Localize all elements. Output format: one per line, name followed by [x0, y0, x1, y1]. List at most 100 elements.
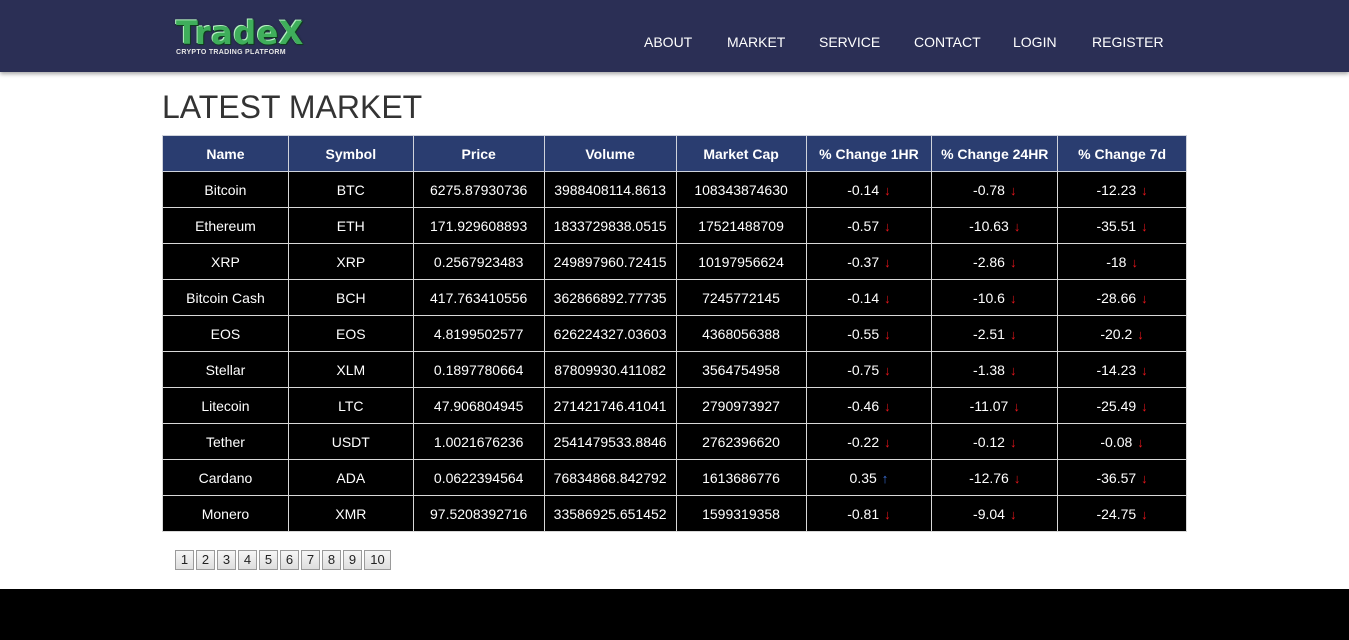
change-7d-cell: -12.23 ↓ — [1057, 171, 1187, 208]
page-button-5[interactable]: 5 — [259, 550, 278, 570]
change-7d-value: -12.23 — [1096, 181, 1137, 198]
coin-price-cell: 1.0021676236 — [412, 423, 545, 460]
coin-name-cell: Stellar — [162, 351, 289, 388]
coin-name-cell: Bitcoin — [162, 171, 289, 208]
down-arrow-icon: ↓ — [1141, 506, 1148, 522]
down-arrow-icon: ↓ — [1141, 398, 1148, 414]
coin-name-cell: Monero — [162, 495, 289, 532]
nav-link-contact[interactable]: CONTACT — [914, 33, 981, 51]
coin-price-cell: 0.1897780664 — [412, 351, 545, 388]
page-button-4[interactable]: 4 — [238, 550, 257, 570]
change-1hr-value: -0.14 — [847, 289, 880, 306]
down-arrow-icon: ↓ — [1141, 290, 1148, 306]
nav-link-login[interactable]: LOGIN — [1013, 33, 1057, 51]
change-1hr-value: -0.46 — [847, 397, 880, 414]
coin-name-cell: Cardano — [162, 459, 289, 496]
coin-price-cell: 0.0622394564 — [412, 459, 545, 496]
change-24hr-value: -2.86 — [973, 253, 1005, 270]
change-24hr-cell: -2.51 ↓ — [931, 315, 1059, 352]
coin-volume-cell: 1833729838.0515 — [543, 207, 677, 244]
page-button-1[interactable]: 1 — [175, 550, 194, 570]
coin-volume-cell: 3988408114.8613 — [543, 171, 677, 208]
change-24hr-cell: -2.86 ↓ — [931, 243, 1059, 280]
coin-symbol-cell: XMR — [287, 495, 414, 532]
down-arrow-icon: ↓ — [1009, 254, 1017, 270]
down-arrow-icon: ↓ — [884, 362, 891, 378]
down-arrow-icon: ↓ — [884, 398, 891, 414]
coin-market-cap-cell: 108343874630 — [675, 171, 807, 208]
coin-price-cell: 417.763410556 — [412, 279, 545, 316]
down-arrow-icon: ↓ — [1141, 218, 1148, 234]
site-footer — [0, 589, 1349, 640]
column-header-market-cap: Market Cap — [675, 135, 807, 172]
nav-link-market[interactable]: MARKET — [727, 33, 785, 51]
change-1hr-cell: -0.75 ↓ — [805, 351, 933, 388]
table-row: EOS EOS 4.8199502577 626224327.03603 4368056… — [162, 315, 1187, 352]
table-row: Monero XMR 97.5208392716 33586925.651452 159… — [162, 495, 1187, 532]
change-24hr-value: -10.63 — [969, 217, 1009, 234]
change-7d-value: -35.51 — [1096, 217, 1137, 234]
coin-symbol-cell: BTC — [287, 171, 414, 208]
change-1hr-cell: -0.14 ↓ — [805, 171, 933, 208]
page-button-8[interactable]: 8 — [322, 550, 341, 570]
column-header-volume: Volume — [543, 135, 677, 172]
column-header-name: Name — [162, 135, 289, 172]
page-button-2[interactable]: 2 — [196, 550, 215, 570]
table-row: Tether USDT 1.0021676236 2541479533.8846 276… — [162, 423, 1187, 460]
down-arrow-icon: ↓ — [1013, 398, 1020, 414]
site-header: TradeX CRYPTO TRADING PLATFORM ABOUT MAR… — [0, 0, 1349, 72]
table-row: Stellar XLM 0.1897780664 87809930.411082 356… — [162, 351, 1187, 388]
change-1hr-cell: -0.55 ↓ — [805, 315, 933, 352]
column-header-change-1hr: % Change 1HR — [805, 135, 933, 172]
change-1hr-cell: -0.37 ↓ — [805, 243, 933, 280]
coin-price-cell: 6275.87930736 — [412, 171, 545, 208]
page-button-3[interactable]: 3 — [217, 550, 236, 570]
down-arrow-icon: ↓ — [1009, 506, 1017, 522]
change-7d-cell: -28.66 ↓ — [1057, 279, 1187, 316]
market-table: Name Symbol Price Volume Market Cap % Ch… — [162, 135, 1187, 532]
change-24hr-value: -9.04 — [973, 505, 1005, 522]
page-button-6[interactable]: 6 — [280, 550, 299, 570]
coin-symbol-cell: XLM — [287, 351, 414, 388]
column-header-change-24hr: % Change 24HR — [931, 135, 1059, 172]
coin-name-cell: Litecoin — [162, 387, 289, 424]
coin-volume-cell: 76834868.842792 — [543, 459, 677, 496]
coin-price-cell: 0.2567923483 — [412, 243, 545, 280]
change-1hr-cell: -0.22 ↓ — [805, 423, 933, 460]
change-7d-cell: -35.51 ↓ — [1057, 207, 1187, 244]
page-button-7[interactable]: 7 — [301, 550, 320, 570]
change-24hr-cell: -10.6 ↓ — [931, 279, 1059, 316]
coin-symbol-cell: XRP — [287, 243, 414, 280]
table-row: Bitcoin BTC 6275.87930736 3988408114.8613 10… — [162, 171, 1187, 208]
change-1hr-value: -0.57 — [847, 217, 880, 234]
change-24hr-value: -12.76 — [969, 469, 1009, 486]
down-arrow-icon: ↓ — [884, 290, 891, 306]
change-1hr-cell: 0.35 ↑ — [805, 459, 933, 496]
down-arrow-icon: ↓ — [1137, 326, 1144, 342]
coin-volume-cell: 33586925.651452 — [543, 495, 677, 532]
page-button-9[interactable]: 9 — [343, 550, 362, 570]
nav-link-service[interactable]: SERVICE — [819, 33, 880, 51]
coin-market-cap-cell: 2790973927 — [675, 387, 807, 424]
table-row: Cardano ADA 0.0622394564 76834868.842792 161… — [162, 459, 1187, 496]
down-arrow-icon: ↓ — [1009, 362, 1017, 378]
coin-volume-cell: 87809930.411082 — [543, 351, 677, 388]
down-arrow-icon: ↓ — [1137, 434, 1144, 450]
change-24hr-cell: -12.76 ↓ — [931, 459, 1059, 496]
coin-name-cell: Tether — [162, 423, 289, 460]
main-nav: ABOUT MARKET SERVICE CONTACT LOGIN REGIS… — [0, 33, 1349, 53]
nav-link-about[interactable]: ABOUT — [644, 33, 692, 51]
change-24hr-cell: -0.78 ↓ — [931, 171, 1059, 208]
change-1hr-value: -0.14 — [847, 181, 880, 198]
change-1hr-cell: -0.57 ↓ — [805, 207, 933, 244]
table-row: Ethereum ETH 171.929608893 1833729838.0515 1… — [162, 207, 1187, 244]
change-7d-cell: -0.08 ↓ — [1057, 423, 1187, 460]
page-button-10[interactable]: 10 — [364, 550, 391, 570]
change-7d-cell: -36.57 ↓ — [1057, 459, 1187, 496]
column-header-change-7d: % Change 7d — [1057, 135, 1187, 172]
nav-link-register[interactable]: REGISTER — [1092, 33, 1164, 51]
coin-symbol-cell: ADA — [287, 459, 414, 496]
coin-volume-cell: 626224327.03603 — [543, 315, 677, 352]
coin-market-cap-cell: 1599319358 — [675, 495, 807, 532]
coin-symbol-cell: EOS — [287, 315, 414, 352]
